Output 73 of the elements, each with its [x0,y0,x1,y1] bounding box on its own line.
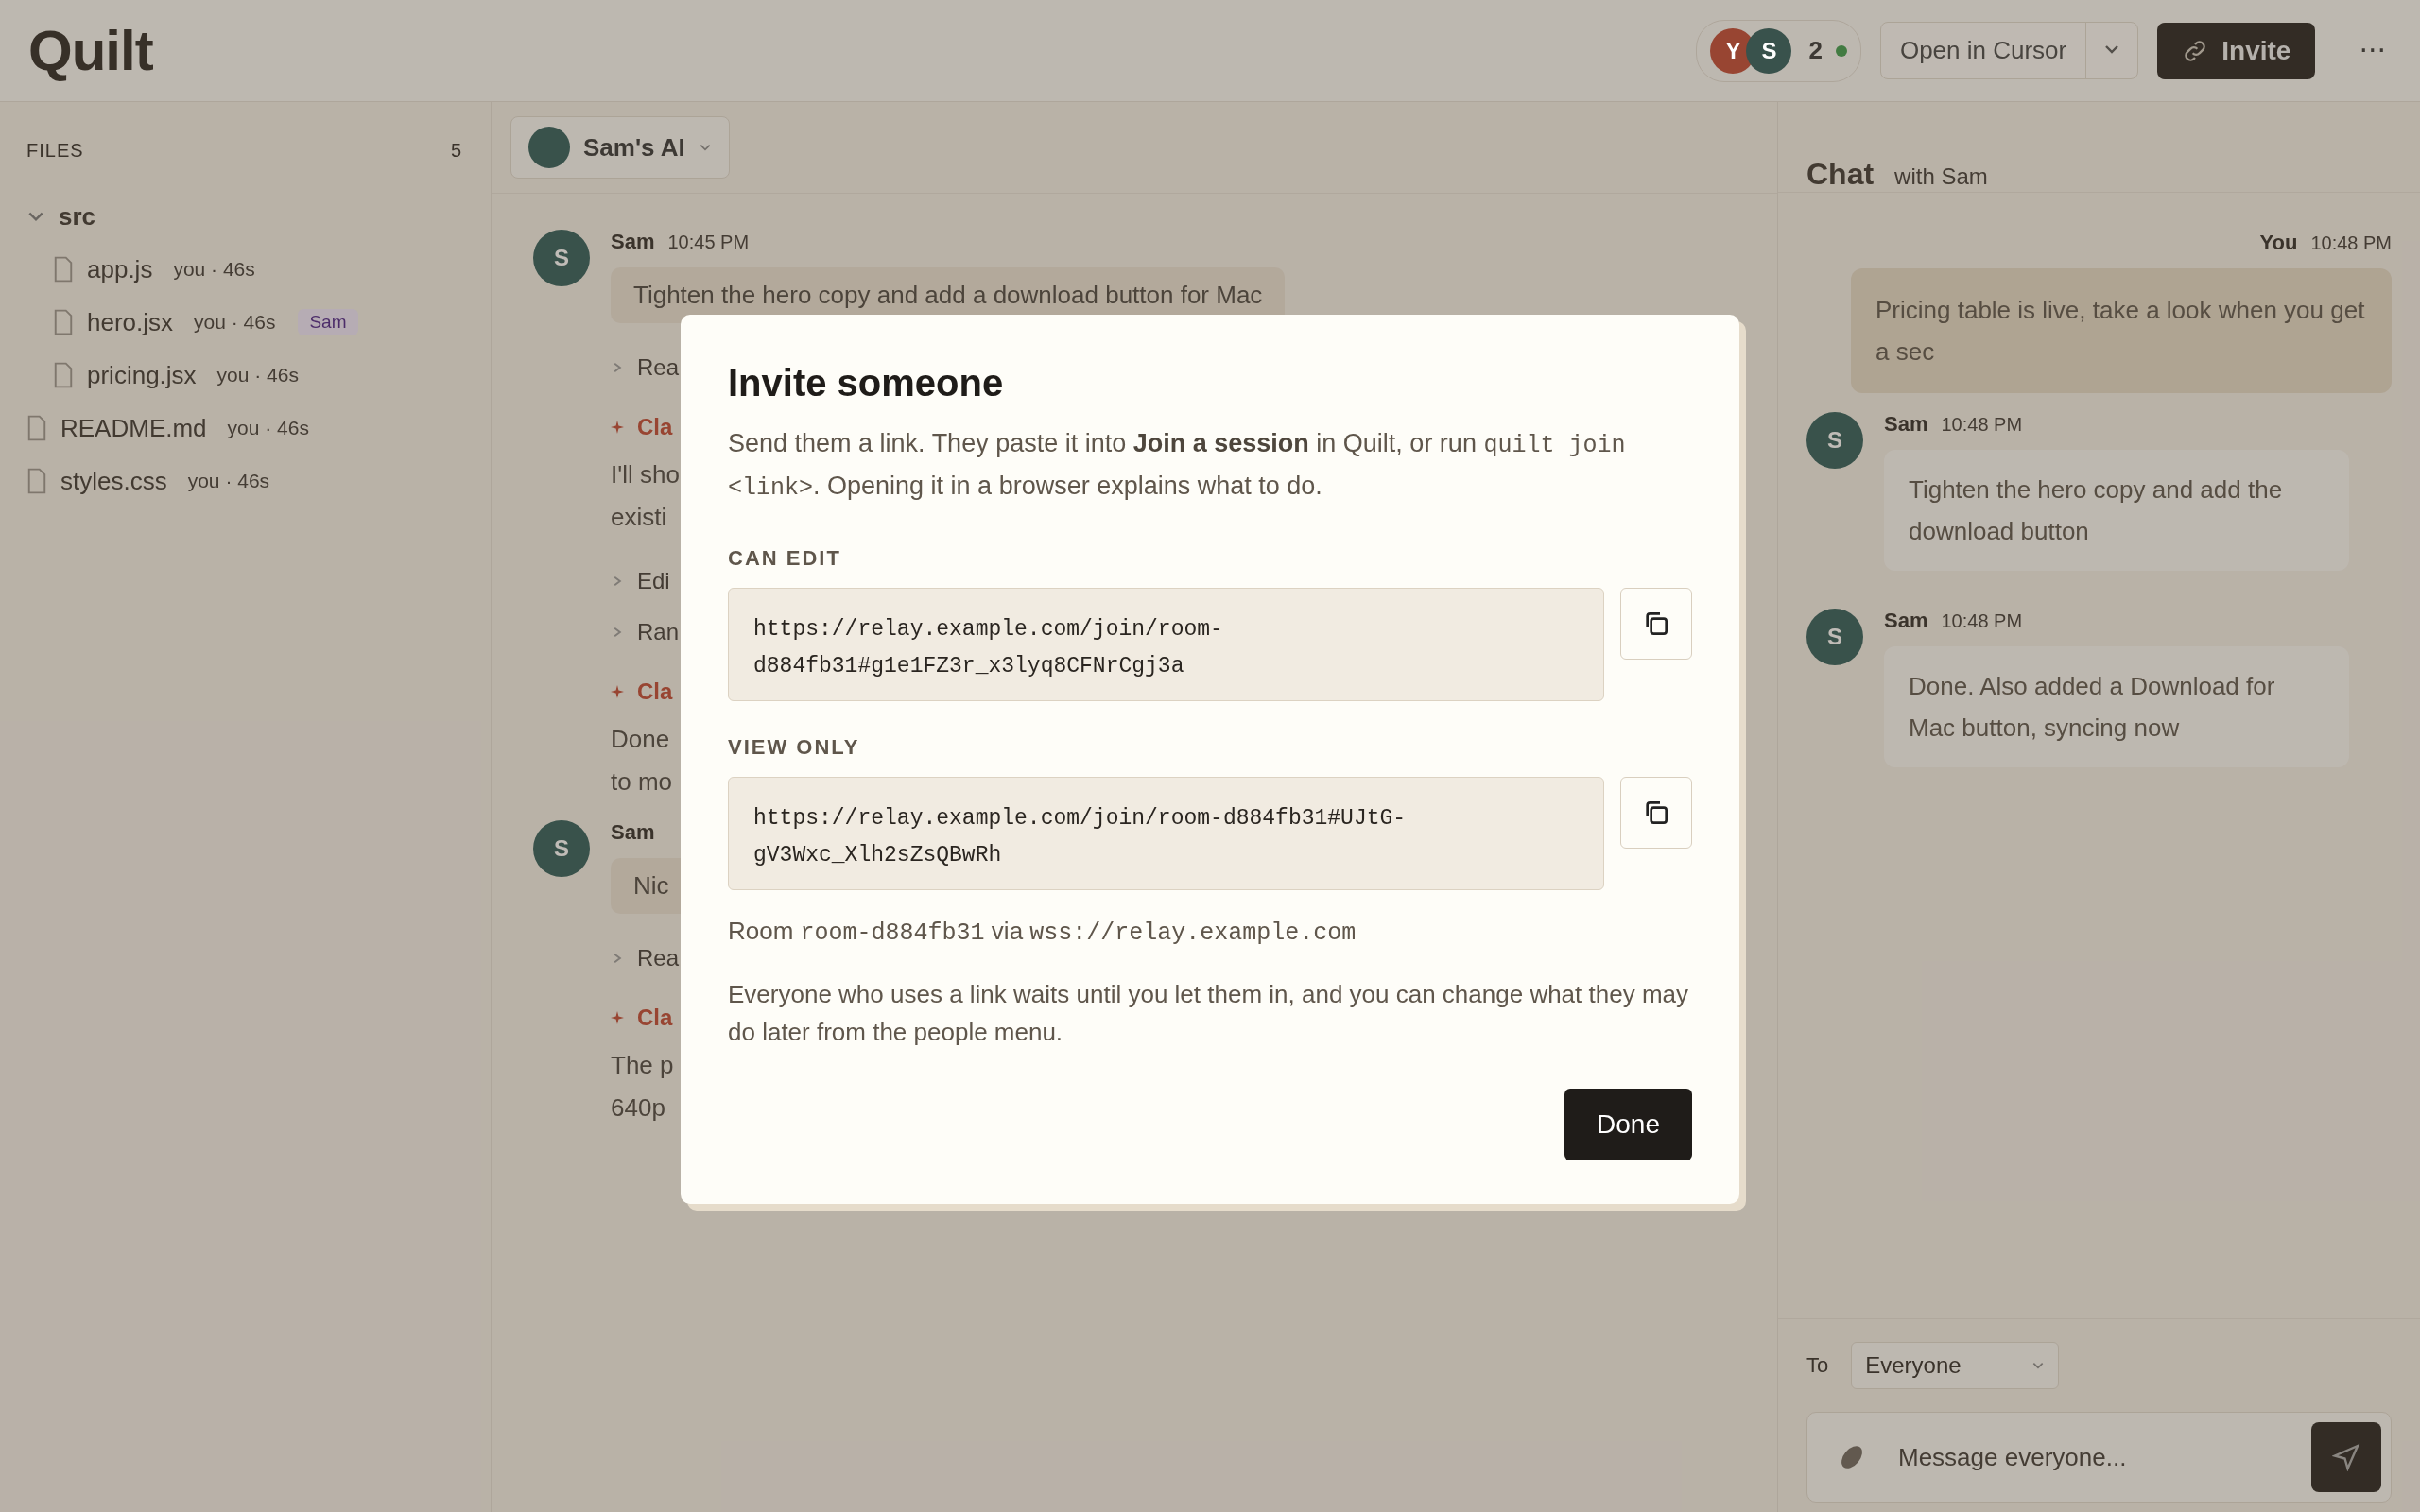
avatar: S [533,230,590,286]
sparkle-icon [611,421,624,434]
avatar: S [1806,609,1863,665]
copy-button[interactable] [1620,588,1692,660]
file-name[interactable]: app.js [87,254,153,284]
dialog-note: Everyone who uses a link waits until you let them in, and you can change what they may do later from the people menu. [728,979,1689,1048]
panel-title: Chat [1806,157,1875,192]
section-title: FILES [26,140,84,162]
file-icon [26,415,47,441]
step-label[interactable]: Ran [637,619,680,645]
send-icon [2332,1443,2360,1471]
file-meta: you · 46s [227,417,309,439]
sender-name: Sam [611,230,655,254]
step-label[interactable]: Rea [637,354,680,381]
sender-name: Sam [611,820,655,845]
timestamp: 10:48 PM [1941,414,2023,436]
file-name[interactable]: hero.jsx [87,307,174,337]
step-label[interactable]: Rea [637,945,680,971]
avatar: S [533,820,590,877]
file-count: 5 [450,140,462,162]
avatar: S [1806,412,1863,469]
file-meta: you · 46s [187,470,270,492]
message-bubble: Tighten the hero copy and add the download button [1884,450,2349,571]
avatar: S [1746,27,1792,74]
sender-name: Sam [1884,609,1928,633]
dialog-description: Send them a link. They paste it into Join a session in Quilt, or run quilt join <link>. Opening it in a browser explains what to do. [728,428,1627,504]
copy-button[interactable] [1620,777,1692,849]
send-button[interactable] [2311,1422,2381,1492]
file-icon [53,362,74,388]
message-bubble: Pricing table is live, take a look when you get a sec [1851,268,2392,393]
message-input[interactable]: Message everyone... [1896,1441,2283,1473]
recipient-label: To [1806,1353,1829,1378]
link-label: CAN EDIT [728,546,842,571]
step-label[interactable]: Edi [637,568,670,594]
room-info: Room room-d884fb31 via wss://relay.example.com [728,917,1357,947]
app-logo: Quilt [28,18,153,83]
recipient-select[interactable]: Everyone [1851,1342,2060,1389]
timestamp: 10:48 PM [2310,232,2392,254]
sparkle-icon [611,685,624,698]
more-button[interactable]: ··· [2353,33,2392,68]
invite-button[interactable]: Invite [2157,22,2316,79]
dialog-title: Invite someone [728,362,1005,404]
file-name[interactable]: styles.css [60,466,167,496]
file-icon [53,309,74,335]
sender-name: You [2259,231,2298,255]
file-icon [53,256,74,283]
done-button[interactable]: Done [1564,1089,1692,1160]
panel-subtitle: with Sam [1894,163,1988,190]
message-text: I'll sho existi [611,459,680,533]
file-meta: you · 46s [194,311,276,334]
link-field[interactable]: https://relay.example.com/join/room-d884fb31#UJtG-gV3Wxc_Xlh2sZsQBwRh [728,777,1604,890]
link-field[interactable]: https://relay.example.com/join/room-d884fb31#g1e1FZ3r_x3lyq8CFNrCgj3a [728,588,1604,701]
file-name[interactable]: pricing.jsx [87,360,197,390]
agent-name: Cla [637,679,673,705]
file-meta: you · 46s [216,364,299,387]
file-name[interactable]: README.md [60,413,207,443]
sender-name: Sam [1884,412,1928,437]
timestamp: 10:45 PM [667,232,750,253]
agent-name: Cla [637,1005,673,1031]
message-text: Done to mo [611,724,673,798]
presence-pill[interactable]: Y S 2 [1696,19,1861,82]
sparkle-icon [611,1011,624,1024]
file-meta: you · 46s [173,258,255,281]
message-text: The p 640p [611,1050,674,1124]
file-icon [26,468,47,494]
agent-tab[interactable]: Sam's AI [510,116,730,179]
folder-row[interactable]: src [26,190,462,243]
agent-name: Cla [637,414,673,440]
message-bubble: Done. Also added a Download for Mac button, syncing now [1884,646,2349,767]
timestamp: 10:48 PM [1941,610,2023,632]
avatar [528,127,570,168]
link-label: VIEW ONLY [728,735,861,760]
presence-badge: Sam [298,309,358,335]
